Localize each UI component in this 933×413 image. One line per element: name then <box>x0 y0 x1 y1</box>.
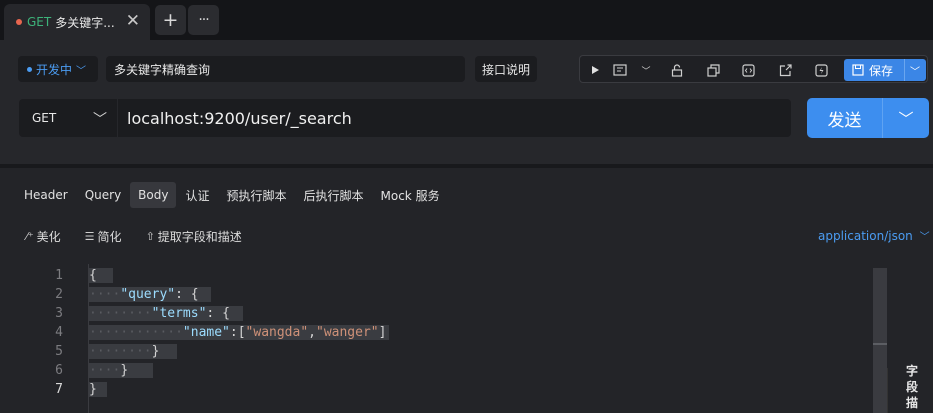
share-icon[interactable] <box>777 62 793 78</box>
tab-method: GET <box>27 15 52 29</box>
send-label: 发送 <box>807 98 883 138</box>
tab-query[interactable]: Query <box>77 182 129 208</box>
line-number: 1 <box>55 268 63 283</box>
close-icon[interactable]: ✕ <box>126 11 140 31</box>
line-code: ····} <box>89 363 153 378</box>
list-icon: ☰ <box>84 230 95 243</box>
tab-post-script[interactable]: 后执行脚本 <box>296 182 372 208</box>
tab-bar: GET 多关键字... ✕ + ··· <box>0 0 933 40</box>
line-code: ········} <box>89 344 177 359</box>
content-type-select[interactable]: application/json ﹀ <box>818 228 930 243</box>
chevron-down-icon: ﹀ <box>93 112 107 128</box>
content-type-label: application/json <box>818 229 913 243</box>
unsaved-dot <box>16 19 22 25</box>
line-number: 7 <box>55 382 63 397</box>
request-tabs: Header Query Body 认证 预执行脚本 后执行脚本 Mock 服务 <box>16 182 449 208</box>
field-description-panel-tab[interactable]: 字 段 描 <box>887 364 933 413</box>
tab-header[interactable]: Header <box>16 182 76 208</box>
url-input[interactable]: localhost:9200/user/_search <box>118 99 791 137</box>
body-toolbar: ⁄⁺ 美化 ☰ 简化 ⇧ 提取字段和描述 <box>26 228 266 245</box>
line-number: 4 <box>55 325 63 340</box>
request-toolbar: ﹀ 保存 ﹀ <box>579 55 928 83</box>
simplify-button[interactable]: ☰ 简化 <box>85 228 122 245</box>
api-doc-button[interactable]: 接口说明 <box>475 56 537 82</box>
line-code: ········"terms": { <box>89 306 243 321</box>
tab-auth[interactable]: 认证 <box>177 182 217 208</box>
tab-pre-script[interactable]: 预执行脚本 <box>218 182 294 208</box>
environment-label: 开发中 <box>36 62 73 77</box>
line-number: 6 <box>55 363 63 378</box>
chevron-down-icon[interactable]: ﹀ <box>905 63 925 78</box>
editor-scrollbar[interactable] <box>873 268 887 413</box>
request-panel: Header Query Body 认证 预执行脚本 后执行脚本 Mock 服务… <box>0 168 933 413</box>
save-label: 保存 <box>869 63 894 78</box>
save-button[interactable]: 保存 ﹀ <box>844 59 926 81</box>
request-name-input[interactable]: 多关键字精确查询 <box>106 56 465 82</box>
save-icon <box>852 64 864 76</box>
line-code: { <box>89 268 113 283</box>
line-number: 2 <box>55 287 63 302</box>
tab-mock[interactable]: Mock 服务 <box>373 182 448 208</box>
line-code: } <box>89 382 107 397</box>
chevron-down-icon: ﹀ <box>76 65 87 77</box>
code-icon[interactable] <box>740 62 756 78</box>
method-label: GET <box>32 111 57 125</box>
side-tab-char: 段 <box>906 380 919 394</box>
scrollbar-marker <box>873 343 887 345</box>
tab-request[interactable]: GET 多关键字... ✕ <box>4 4 150 40</box>
chevron-down-icon[interactable]: ﹀ <box>883 98 929 138</box>
line-code: ············"name":["wangda","wanger"] <box>89 325 389 340</box>
side-tab-char: 字 <box>906 364 919 378</box>
run-icon[interactable] <box>587 62 603 78</box>
more-tabs-button[interactable]: ··· <box>188 5 219 35</box>
copy-icon[interactable] <box>705 62 721 78</box>
environment-select[interactable]: 开发中 ﹀ <box>18 56 98 82</box>
chevron-down-icon: ﹀ <box>919 232 930 243</box>
format-list-icon[interactable] <box>612 62 628 78</box>
environment-dot <box>27 66 32 72</box>
request-header: 开发中 ﹀ 多关键字精确查询 接口说明 ﹀ 保存 ﹀ GET ﹀ localho… <box>0 40 933 164</box>
extract-fields-button[interactable]: ⇧ 提取字段和描述 <box>146 228 242 245</box>
tab-body[interactable]: Body <box>130 182 177 208</box>
flash-icon[interactable] <box>813 62 829 78</box>
line-code: ····"query": { <box>89 287 211 302</box>
unlock-icon[interactable] <box>669 62 685 78</box>
upload-icon: ⇧ <box>145 230 155 243</box>
method-select[interactable]: GET ﹀ <box>19 99 117 137</box>
add-tab-button[interactable]: + <box>155 5 186 35</box>
line-number: 3 <box>55 306 63 321</box>
extract-label: 提取字段和描述 <box>157 230 242 244</box>
tab-title: 多关键字... <box>55 15 115 30</box>
beautify-label: 美化 <box>36 230 61 244</box>
chevron-down-icon[interactable]: ﹀ <box>638 62 654 78</box>
beautify-button[interactable]: ⁄⁺ 美化 <box>26 228 61 245</box>
code-editor[interactable]: 1 { 2 ····"query": { 3 ········"terms": … <box>0 264 933 413</box>
simplify-label: 简化 <box>97 230 122 244</box>
line-number: 5 <box>55 344 63 359</box>
magic-wand-icon: ⁄⁺ <box>26 230 34 243</box>
send-button[interactable]: 发送 ﹀ <box>807 98 929 138</box>
side-tab-char: 描 <box>906 396 919 410</box>
